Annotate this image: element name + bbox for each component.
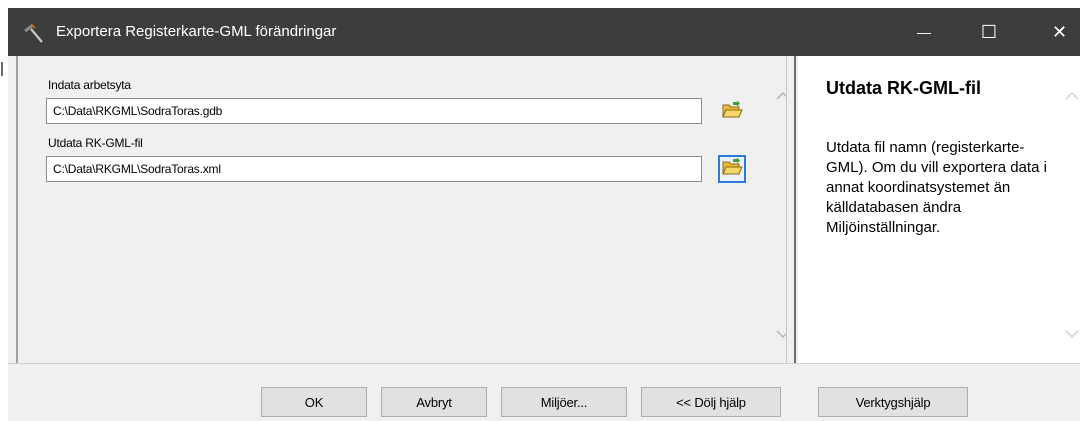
- cancel-button[interactable]: Avbryt: [381, 387, 487, 417]
- tool-help-button[interactable]: Verktygshjälp: [818, 387, 968, 417]
- browse-output-file-button[interactable]: [718, 155, 746, 183]
- hammer-icon: [22, 22, 46, 44]
- environments-button[interactable]: Miljöer...: [501, 387, 627, 417]
- minimize-icon: —: [917, 24, 931, 40]
- help-scrollbar[interactable]: [1062, 56, 1080, 363]
- title-bar[interactable]: Exportera Registerkarte-GML förändringar…: [8, 8, 1080, 56]
- browse-input-workspace-button[interactable]: [718, 98, 746, 126]
- input-workspace-field[interactable]: [46, 98, 702, 124]
- chevron-up-icon[interactable]: [1064, 88, 1080, 104]
- chevron-down-icon[interactable]: [1064, 326, 1080, 342]
- maximize-icon: ☐: [980, 21, 998, 42]
- input-workspace-label: Indata arbetsyta: [48, 78, 131, 92]
- parameters-pane: Indata arbetsyta Utdata RK-GML-fil: [16, 56, 796, 363]
- open-folder-icon: [721, 100, 743, 125]
- minimize-button[interactable]: —: [901, 8, 947, 56]
- help-title: Utdata RK-GML-fil: [826, 78, 981, 98]
- window-title: Exportera Registerkarte-GML förändringar: [56, 23, 337, 40]
- hide-help-button[interactable]: << Dölj hjälp: [641, 387, 781, 417]
- pane-splitter[interactable]: [786, 56, 796, 363]
- close-icon: ✕: [1051, 21, 1068, 42]
- open-folder-icon: [721, 157, 743, 182]
- button-bar: OK Avbryt Miljöer... << Dölj hjälp Verkt…: [8, 363, 1080, 421]
- output-file-label: Utdata RK-GML-fil: [48, 136, 143, 150]
- help-body: Utdata fil namn (registerkarte-GML). Om …: [826, 139, 1047, 236]
- ok-button[interactable]: OK: [261, 387, 367, 417]
- help-pane: Utdata RK-GML-fil Utdata fil namn (regis…: [798, 56, 1080, 363]
- output-file-field[interactable]: [46, 156, 702, 182]
- maximize-button[interactable]: ☐: [966, 8, 1012, 56]
- dialog-window: Exportera Registerkarte-GML förändringar…: [8, 8, 1080, 421]
- outer-edge-mark: [1, 62, 3, 76]
- close-button[interactable]: ✕: [1039, 8, 1080, 56]
